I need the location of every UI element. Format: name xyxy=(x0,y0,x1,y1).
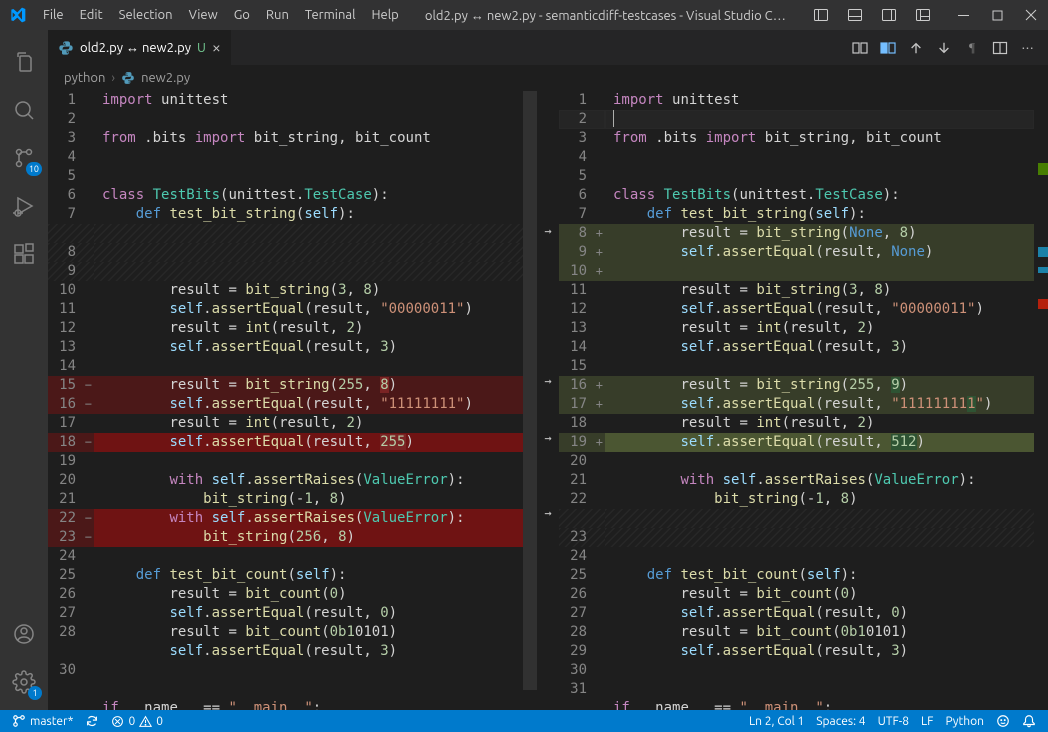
status-cursor[interactable]: Ln 2, Col 1 xyxy=(743,710,810,732)
original-gutter: 1234567 89101112131415161718192021222324… xyxy=(48,91,94,710)
status-indent[interactable]: Spaces: 4 xyxy=(810,710,871,732)
tab-scm-status: U xyxy=(197,41,206,55)
modified-pane[interactable]: 12345678910111213141516171819202122 2324… xyxy=(559,91,1048,710)
explorer-icon[interactable] xyxy=(0,38,48,86)
menu-run[interactable]: Run xyxy=(258,0,297,30)
original-pane[interactable]: 1234567 89101112131415161718192021222324… xyxy=(48,91,537,710)
original-code[interactable]: import unittest from .bits import bit_st… xyxy=(94,91,523,710)
source-control-icon[interactable]: 10 xyxy=(0,134,48,182)
diff-editor[interactable]: 1234567 89101112131415161718192021222324… xyxy=(48,91,1048,710)
close-icon[interactable] xyxy=(1014,0,1048,30)
settings-gear-icon[interactable]: 1 xyxy=(0,658,48,706)
toggle-panel-left-icon[interactable] xyxy=(804,0,838,30)
status-language[interactable]: Python xyxy=(939,710,990,732)
toggle-panel-bottom-icon[interactable] xyxy=(838,0,872,30)
tabs-bar: old2.py ↔ new2.py U × ¶ ··· xyxy=(48,30,1048,65)
menu-go[interactable]: Go xyxy=(226,0,258,30)
more-actions-icon[interactable]: ··· xyxy=(1014,30,1042,65)
original-overview-ruler xyxy=(523,91,537,710)
compare-swap-icon[interactable] xyxy=(846,30,874,65)
title-bar: File Edit Selection View Go Run Terminal… xyxy=(0,0,1048,30)
workbench: 10 1 old2.py ↔ new2.py U xyxy=(0,30,1048,710)
split-editor-icon[interactable] xyxy=(986,30,1014,65)
customize-layout-icon[interactable] xyxy=(906,0,940,30)
tab-close-icon[interactable]: × xyxy=(212,39,221,57)
status-bell-icon[interactable] xyxy=(1016,710,1042,732)
menu-terminal[interactable]: Terminal xyxy=(297,0,364,30)
breadcrumb-folder[interactable]: python xyxy=(64,71,105,85)
next-change-icon[interactable] xyxy=(930,30,958,65)
menu-view[interactable]: View xyxy=(181,0,226,30)
toggle-whitespace-icon[interactable]: ¶ xyxy=(958,30,986,65)
menu-selection[interactable]: Selection xyxy=(111,0,181,30)
layout-controls xyxy=(804,0,940,30)
chevron-right-icon: › xyxy=(111,71,115,85)
menu-bar: File Edit Selection View Go Run Terminal… xyxy=(35,0,407,30)
modified-code[interactable]: import unittestfrom .bits import bit_str… xyxy=(605,91,1034,710)
status-bar: master* 0 0 Ln 2, Col 1 Spaces: 4 UTF-8 … xyxy=(0,710,1048,732)
status-feedback-icon[interactable] xyxy=(990,710,1016,732)
app-logo-icon xyxy=(0,7,35,23)
toggle-panel-right-icon[interactable] xyxy=(872,0,906,30)
status-eol[interactable]: LF xyxy=(915,710,939,732)
window-title: old2.py ↔ new2.py - semanticdiff-testcas… xyxy=(407,8,804,23)
menu-help[interactable]: Help xyxy=(363,0,406,30)
tab-label: old2.py ↔ new2.py xyxy=(80,40,191,55)
modified-gutter: 12345678910111213141516171819202122 2324… xyxy=(559,91,605,710)
python-file-icon xyxy=(121,71,135,85)
prev-change-icon[interactable] xyxy=(902,30,930,65)
breadcrumb[interactable]: python › new2.py xyxy=(48,65,1048,91)
python-file-icon xyxy=(58,40,74,56)
extensions-icon[interactable] xyxy=(0,230,48,278)
search-icon[interactable] xyxy=(0,86,48,134)
toggle-inline-icon[interactable] xyxy=(874,30,902,65)
breadcrumb-file[interactable]: new2.py xyxy=(141,71,190,85)
run-debug-icon[interactable] xyxy=(0,182,48,230)
diff-tab[interactable]: old2.py ↔ new2.py U × xyxy=(48,30,232,65)
scm-badge: 10 xyxy=(26,162,42,176)
minimap[interactable] xyxy=(1034,91,1048,710)
status-encoding[interactable]: UTF-8 xyxy=(872,710,915,732)
editor-actions: ¶ ··· xyxy=(846,30,1048,65)
maximize-icon[interactable] xyxy=(980,0,1014,30)
status-branch[interactable]: master* xyxy=(6,710,79,732)
status-sync-icon[interactable] xyxy=(79,710,105,732)
diff-arrows: →→→→ xyxy=(537,91,559,710)
activity-bar: 10 1 xyxy=(0,30,48,710)
editor-area: old2.py ↔ new2.py U × ¶ ··· python › new… xyxy=(48,30,1048,710)
accounts-icon[interactable] xyxy=(0,610,48,658)
status-problems[interactable]: 0 0 xyxy=(105,710,169,732)
menu-edit[interactable]: Edit xyxy=(72,0,111,30)
menu-file[interactable]: File xyxy=(35,0,72,30)
window-controls xyxy=(946,0,1048,30)
settings-badge: 1 xyxy=(28,686,42,700)
minimize-icon[interactable] xyxy=(946,0,980,30)
